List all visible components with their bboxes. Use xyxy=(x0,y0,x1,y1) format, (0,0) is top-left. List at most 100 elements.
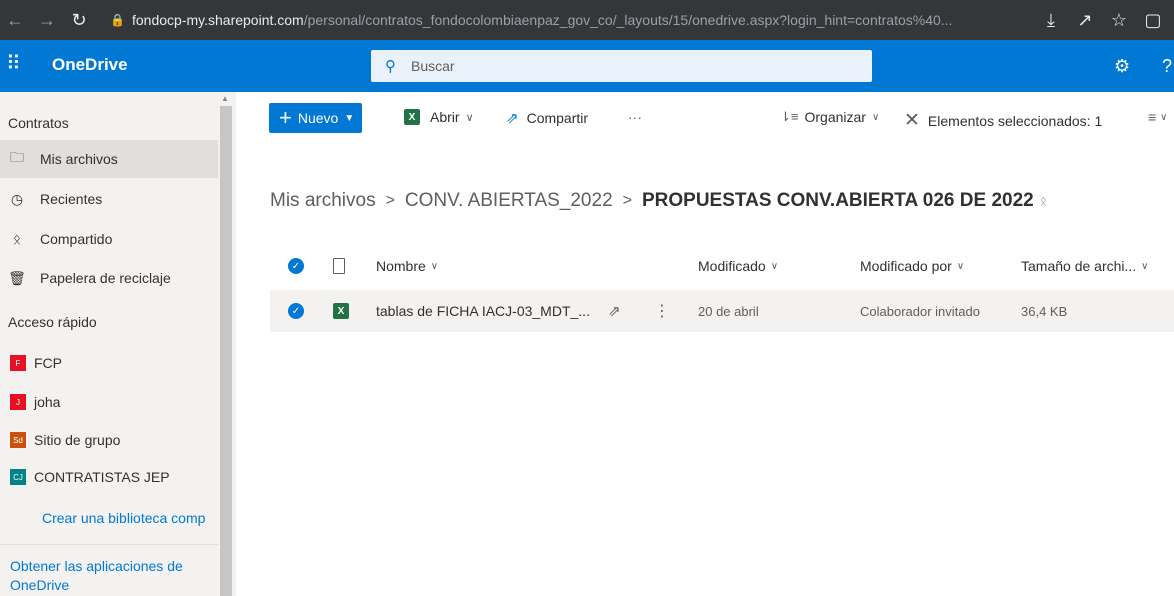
sidebar-item-label: Compartido xyxy=(40,231,113,247)
browser-toolbar: ← → ↻ 🔒 fondocp-my.sharepoint.com/person… xyxy=(0,0,1174,40)
share-page-icon[interactable]: ↗ xyxy=(1072,7,1098,33)
quick-access-label: joha xyxy=(34,394,61,410)
share-label: Compartir xyxy=(526,110,589,126)
app-launcher-icon[interactable]: ⠿ xyxy=(6,54,26,74)
chevron-down-icon: ∨ xyxy=(465,111,474,124)
row-share-button[interactable]: ⇗ xyxy=(608,290,621,332)
open-button[interactable]: X Abrir ∨ xyxy=(404,109,474,125)
install-app-icon[interactable]: ⤓ xyxy=(1038,7,1064,33)
quick-access-label: CONTRATISTAS JEP xyxy=(34,469,170,485)
column-label: Modificado por xyxy=(860,258,952,274)
column-header-name[interactable]: Nombre ∨ xyxy=(376,244,438,288)
quick-access-label: FCP xyxy=(34,355,62,371)
folder-icon: 🗀 xyxy=(10,149,24,165)
reload-icon[interactable]: ↻ xyxy=(66,7,92,33)
chevron-down-icon: ∨ xyxy=(1141,260,1149,272)
plus-icon: + xyxy=(279,105,292,130)
breadcrumb-middle[interactable]: CONV. ABIERTAS_2022 xyxy=(405,190,613,212)
column-label: Nombre xyxy=(376,258,426,274)
breadcrumb-current: PROPUESTAS CONV.ABIERTA 026 DE 2022 xyxy=(641,190,1034,211)
share-icon: ⇗ xyxy=(506,110,519,127)
size-cell: 36,4 KB xyxy=(1021,290,1067,332)
shared-people-icon: ᛟ xyxy=(1039,194,1047,208)
column-label: Tamaño de archi... xyxy=(1021,258,1137,274)
new-button[interactable]: + Nuevo ▼ xyxy=(269,103,362,133)
modified-value: 20 de abril xyxy=(698,303,759,319)
close-icon[interactable]: ✕ xyxy=(904,109,920,132)
quick-access-label: Sitio de grupo xyxy=(34,432,121,448)
row-checkbox[interactable]: ✓ xyxy=(288,290,304,332)
scroll-up-icon[interactable]: ▲ xyxy=(221,94,229,103)
sidebar-item-recientes[interactable]: ◷ Recientes xyxy=(0,180,218,218)
window-icon[interactable]: ▢ xyxy=(1140,7,1166,33)
view-options-button[interactable]: ≡ ∨ xyxy=(1148,109,1168,125)
left-nav: Contratos 🗀 Mis archivos ◷ Recientes ᛟ C… xyxy=(0,92,236,596)
more-actions-label: ··· xyxy=(628,109,642,125)
check-icon: ✓ xyxy=(288,303,304,319)
sidebar-divider xyxy=(0,544,218,545)
select-all-checkbox[interactable]: ✓ xyxy=(288,244,304,288)
sort-label: Organizar xyxy=(804,109,866,125)
chevron-down-icon: ∨ xyxy=(1160,111,1168,123)
document-icon xyxy=(333,258,345,274)
app-title[interactable]: OneDrive xyxy=(52,55,128,75)
more-actions-button[interactable]: ··· xyxy=(628,109,642,125)
scrollbar-thumb[interactable] xyxy=(220,106,232,596)
help-icon[interactable]: ? xyxy=(1162,56,1172,77)
view-options-icon: ≡ xyxy=(1148,109,1157,125)
more-vertical-icon: ⋮ xyxy=(654,303,670,320)
trash-icon: 🗑 xyxy=(8,269,26,286)
sidebar-item-label: Papelera de reciclaje xyxy=(40,270,171,286)
sort-button[interactable]: ⇂≡ Organizar ∨ xyxy=(780,109,879,125)
sidebar-item-label: Mis archivos xyxy=(40,151,118,167)
quick-access-item-sitio-de-grupo[interactable]: Sd Sitio de grupo xyxy=(0,421,218,459)
command-bar: + Nuevo ▼ X Abrir ∨ ⇗ Compartir ··· ⇂≡ O… xyxy=(236,92,1174,140)
open-label: Abrir xyxy=(430,109,460,125)
chevron-right-icon: > xyxy=(622,192,632,209)
share-button[interactable]: ⇗ Compartir xyxy=(506,109,588,127)
url-path: /personal/contratos_fondocolombiaenpaz_g… xyxy=(303,12,953,28)
file-name[interactable]: tablas de FICHA IACJ-03_MDT_... xyxy=(376,290,590,332)
breadcrumb-root[interactable]: Mis archivos xyxy=(270,190,376,212)
chevron-down-icon: ∨ xyxy=(871,111,880,123)
sidebar-scrollbar[interactable]: ▲ xyxy=(218,92,234,596)
file-list-header: ✓ Nombre ∨ Modificado ∨ Modificado por ∨… xyxy=(270,244,1174,288)
bookmark-star-icon[interactable]: ☆ xyxy=(1106,7,1132,33)
modified-by-value: Colaborador invitado xyxy=(860,303,980,319)
chevron-right-icon: > xyxy=(385,192,395,209)
people-icon: ᛟ xyxy=(12,231,22,247)
breadcrumb: Mis archivos > CONV. ABIERTAS_2022 > PRO… xyxy=(270,190,1047,212)
modified-by-cell[interactable]: Colaborador invitado xyxy=(860,290,980,332)
quick-access-item-contratistas-jep[interactable]: CJ CONTRATISTAS JEP xyxy=(0,458,218,496)
excel-file-icon: X xyxy=(333,303,349,319)
url-host: fondocp-my.sharepoint.com xyxy=(132,12,304,28)
sidebar-item-compartido[interactable]: ᛟ Compartido xyxy=(0,220,218,258)
sidebar-item-papelera[interactable]: 🗑 Papelera de reciclaje xyxy=(0,259,218,297)
column-header-modified[interactable]: Modificado ∨ xyxy=(698,244,778,288)
quick-access-item-joha[interactable]: J joha xyxy=(0,383,218,421)
file-type-column[interactable] xyxy=(333,244,345,288)
forward-arrow-icon[interactable]: → xyxy=(34,7,60,33)
address-bar[interactable]: 🔒 fondocp-my.sharepoint.com/personal/con… xyxy=(110,6,1110,34)
new-button-label: Nuevo xyxy=(297,110,339,126)
quick-access-item-fcp[interactable]: F FCP xyxy=(0,344,218,382)
quick-access-title: Acceso rápido xyxy=(8,314,97,330)
table-row[interactable]: ✓ X tablas de FICHA IACJ-03_MDT_... ⇗ ⋮ … xyxy=(270,290,1174,332)
row-more-button[interactable]: ⋮ xyxy=(654,290,670,332)
settings-gear-icon[interactable]: ⚙ xyxy=(1114,56,1130,77)
site-badge-icon: F xyxy=(10,355,26,371)
get-apps-link[interactable]: Obtener las aplicaciones de OneDrive xyxy=(10,557,200,595)
search-input[interactable] xyxy=(411,58,851,74)
modified-cell: 20 de abril xyxy=(698,290,759,332)
search-box[interactable]: ⚲ xyxy=(371,50,872,82)
sidebar-account-title: Contratos xyxy=(8,115,69,131)
column-header-size[interactable]: Tamaño de archi... ∨ xyxy=(1021,244,1149,288)
lock-icon: 🔒 xyxy=(110,13,125,27)
sidebar-item-mis-archivos[interactable]: 🗀 Mis archivos xyxy=(0,140,218,178)
share-icon: ⇗ xyxy=(608,303,621,320)
back-arrow-icon[interactable]: ← xyxy=(2,7,28,33)
file-type-cell: X xyxy=(333,290,349,332)
create-library-link[interactable]: Crear una biblioteca comp xyxy=(42,510,218,526)
selection-status[interactable]: ✕ Elementos seleccionados: 1 xyxy=(904,109,1102,132)
column-header-modified-by[interactable]: Modificado por ∨ xyxy=(860,244,964,288)
